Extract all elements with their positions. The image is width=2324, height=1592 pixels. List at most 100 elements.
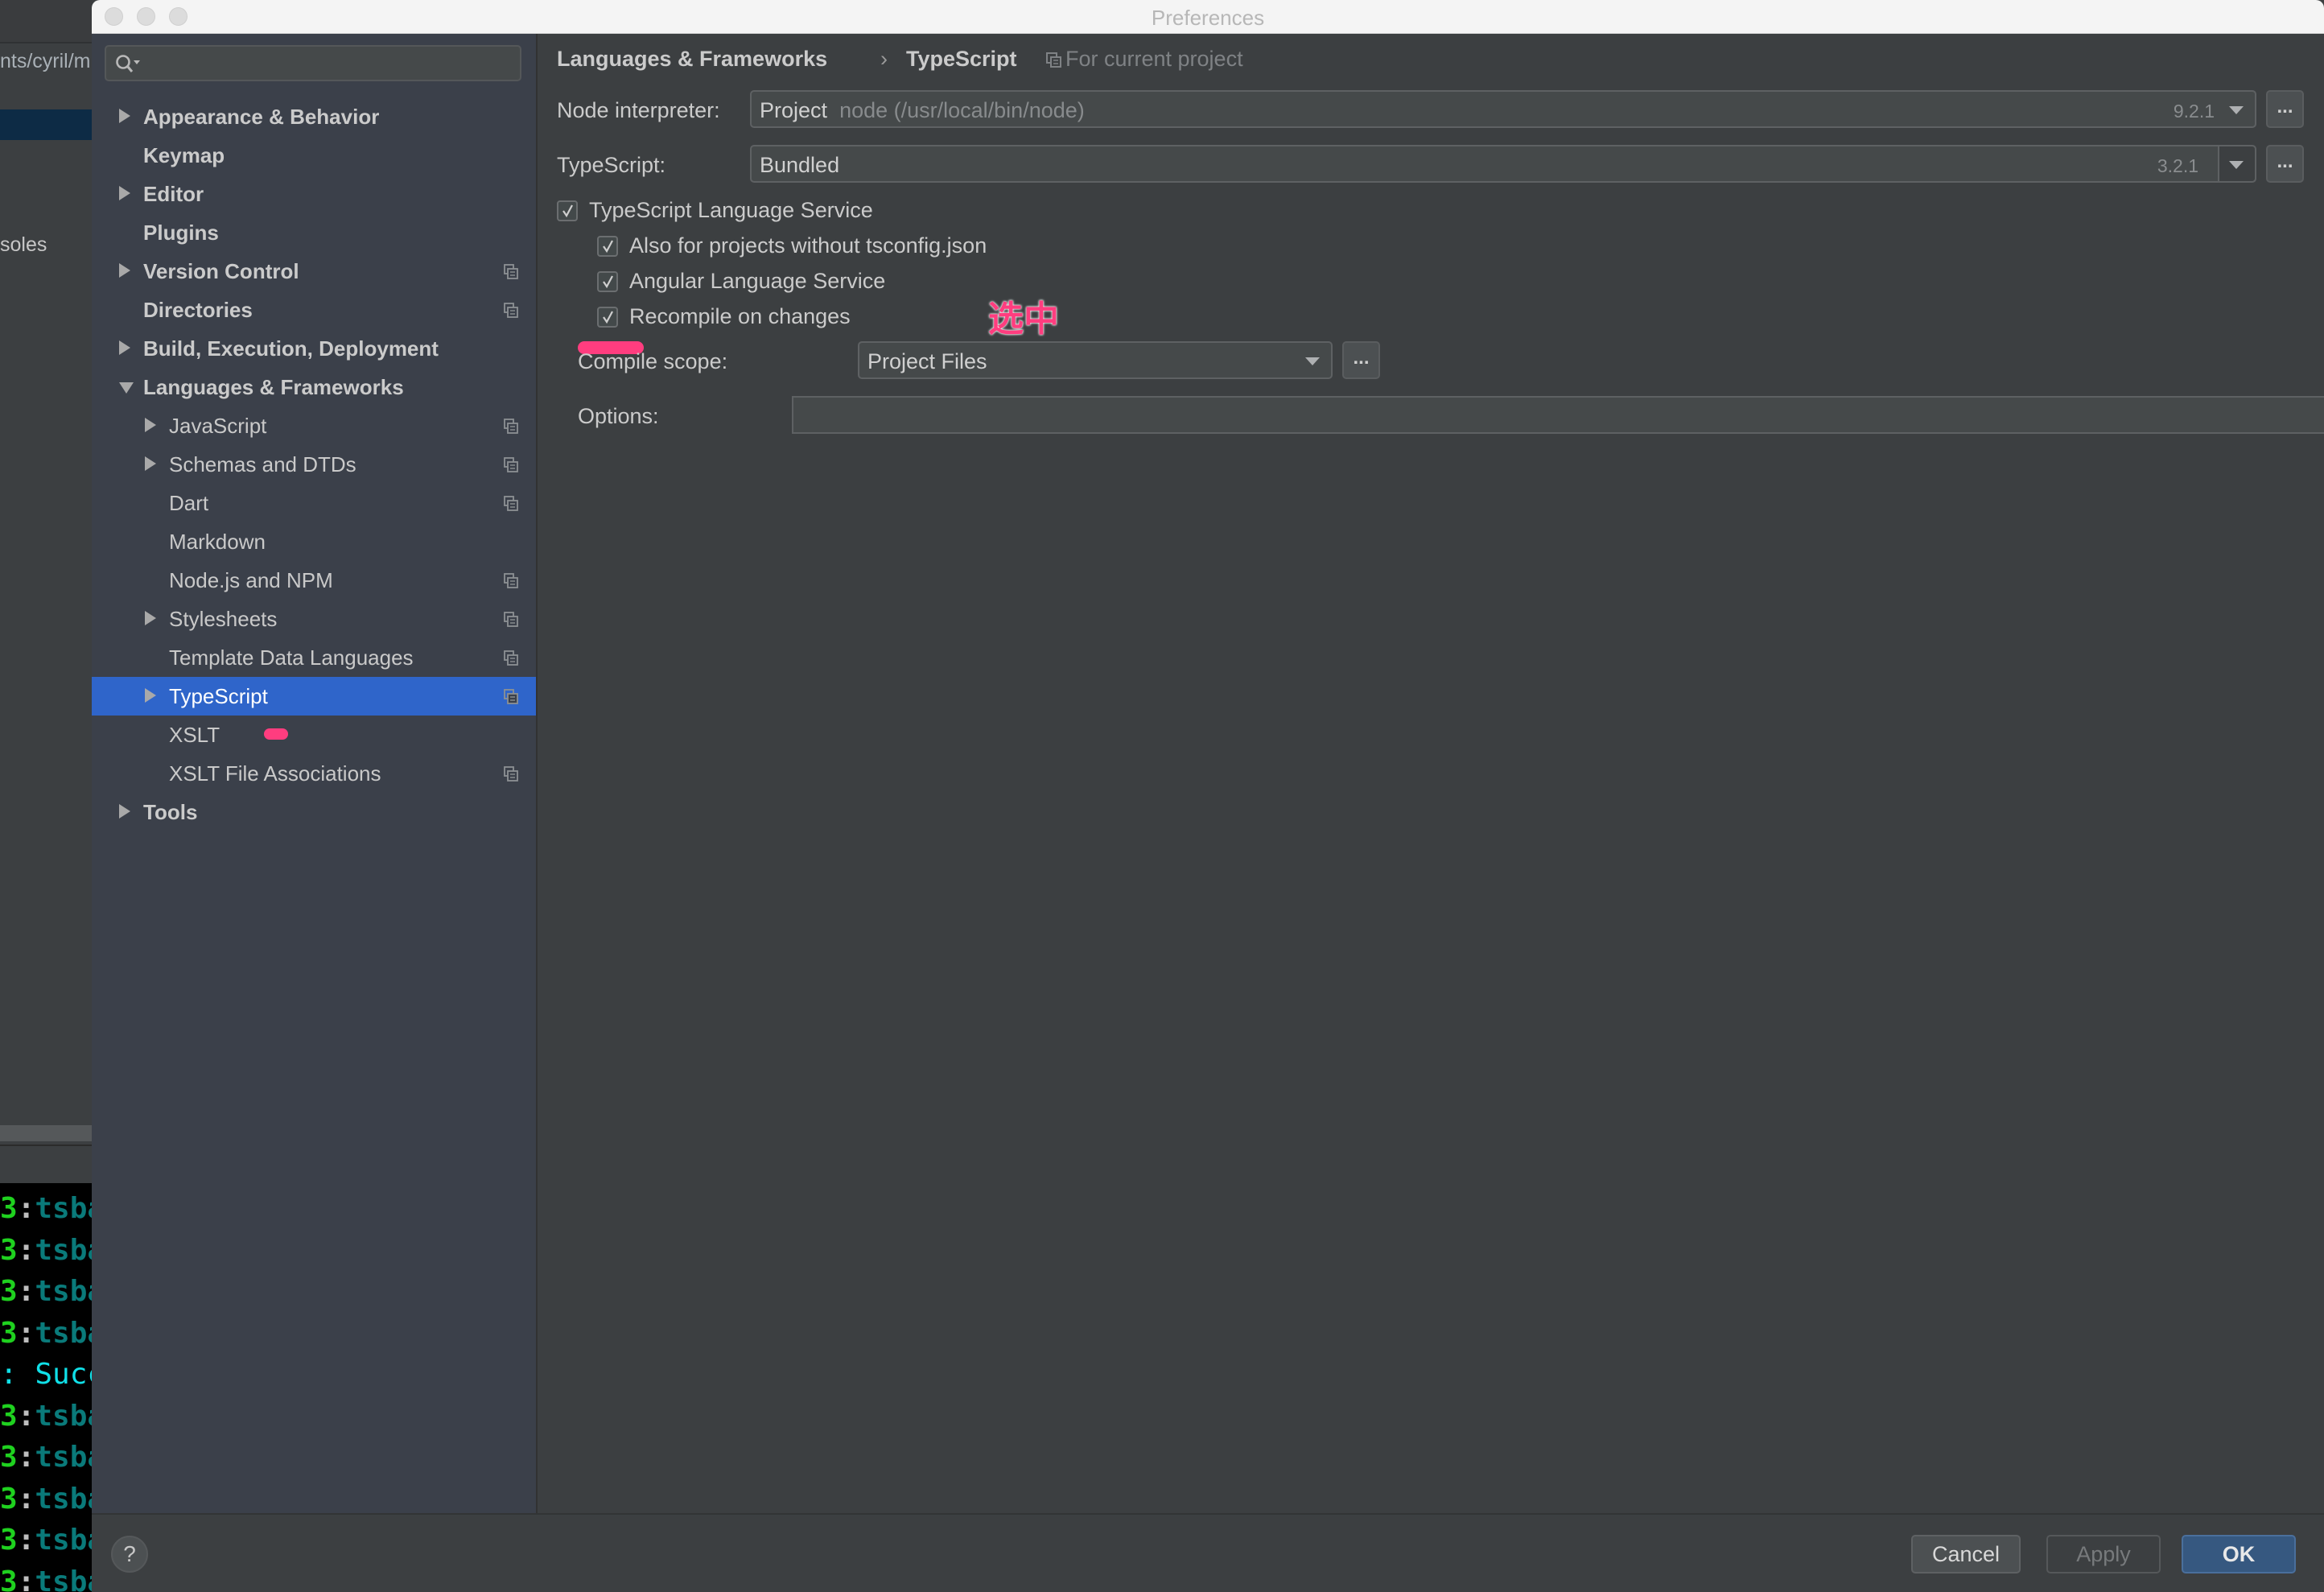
project-scope-icon bbox=[504, 689, 518, 704]
project-scope-icon bbox=[504, 573, 518, 588]
sidebar-item-keymap[interactable]: Keymap bbox=[92, 136, 536, 175]
checkmark-icon bbox=[562, 204, 573, 218]
terminal-line: 3:tsba bbox=[0, 1400, 92, 1433]
node-interpreter-path: node (/usr/local/bin/node) bbox=[839, 98, 1085, 122]
background-terminal: 3:tsba3:tsba3:tsba3:tsba: Succ3:tsba3:ts… bbox=[0, 1183, 92, 1592]
checkmark-icon bbox=[603, 275, 613, 289]
sidebar-item-xslt[interactable]: XSLT bbox=[92, 716, 536, 754]
terminal-number: 3 bbox=[0, 1565, 18, 1592]
terminal-number: 3 bbox=[0, 1192, 18, 1225]
sidebar-item-label: Node.js and NPM bbox=[169, 568, 333, 592]
sidebar-item-javascript[interactable]: JavaScript bbox=[92, 406, 536, 445]
sidebar-item-typescript[interactable]: TypeScript bbox=[92, 677, 536, 716]
collapsed-arrow-icon[interactable] bbox=[145, 688, 156, 703]
terminal-colon: : bbox=[17, 1441, 35, 1474]
sidebar-item-label: XSLT File Associations bbox=[169, 761, 381, 786]
typescript-version: 3.2.1 bbox=[2157, 155, 2198, 176]
compile-scope-browse-button[interactable]: ... bbox=[1342, 341, 1380, 379]
sidebar-item-markdown[interactable]: Markdown bbox=[92, 522, 536, 561]
terminal-number: 3 bbox=[0, 1275, 18, 1308]
collapsed-arrow-icon[interactable] bbox=[119, 109, 130, 123]
terminal-host: tsba bbox=[35, 1524, 92, 1557]
sidebar-item-editor[interactable]: Editor bbox=[92, 175, 536, 213]
apply-button[interactable]: Apply bbox=[2046, 1535, 2161, 1573]
checkbox-label: Angular Language Service bbox=[629, 269, 886, 293]
annotation-marker bbox=[264, 728, 288, 740]
node-interpreter-label: Node interpreter: bbox=[557, 98, 720, 122]
project-scope-icon bbox=[1046, 52, 1061, 68]
collapsed-arrow-icon[interactable] bbox=[119, 804, 130, 819]
sidebar-item-version-control[interactable]: Version Control bbox=[92, 252, 536, 291]
breadcrumb-scope-note: For current project bbox=[1065, 47, 1243, 71]
window-title: Preferences bbox=[1151, 6, 1265, 30]
sidebar-item-dart[interactable]: Dart bbox=[92, 484, 536, 522]
typescript-version-combobox[interactable]: Bundled 3.2.1 bbox=[750, 145, 2256, 183]
project-scope-icon bbox=[504, 612, 518, 627]
checkbox-typescript-language-service[interactable] bbox=[557, 200, 578, 221]
checkbox-also-for-projects-without-tsconfig-json[interactable] bbox=[597, 236, 618, 257]
sidebar-item-appearance-behavior[interactable]: Appearance & Behavior bbox=[92, 97, 536, 136]
compile-scope-label: Compile scope: bbox=[578, 349, 728, 373]
chevron-down-icon bbox=[1305, 357, 1320, 365]
typescript-value: Bundled bbox=[760, 153, 840, 177]
sidebar-item-directories[interactable]: Directories bbox=[92, 291, 536, 329]
sidebar-item-build-execution-deployment[interactable]: Build, Execution, Deployment bbox=[92, 329, 536, 368]
chevron-down-icon bbox=[2229, 106, 2244, 114]
checkbox-angular-language-service[interactable] bbox=[597, 271, 618, 292]
terminal-line: : Succ bbox=[0, 1359, 92, 1391]
collapsed-arrow-icon[interactable] bbox=[145, 456, 156, 471]
project-scope-icon bbox=[504, 650, 518, 666]
collapsed-arrow-icon[interactable] bbox=[119, 186, 130, 200]
typescript-browse-button[interactable]: ... bbox=[2266, 145, 2304, 183]
sidebar-item-label: Dart bbox=[169, 491, 209, 515]
sidebar-item-node-js-and-npm[interactable]: Node.js and NPM bbox=[92, 561, 536, 600]
checkmark-icon bbox=[603, 311, 613, 324]
sidebar-item-label: Schemas and DTDs bbox=[169, 452, 356, 476]
collapsed-arrow-icon[interactable] bbox=[145, 611, 156, 625]
node-interpreter-combobox[interactable]: Project node (/usr/local/bin/node) 9.2.1 bbox=[750, 90, 2256, 128]
terminal-line: 3:tsba bbox=[0, 1234, 92, 1267]
breadcrumb-parent[interactable]: Languages & Frameworks bbox=[557, 47, 827, 72]
node-version: 9.2.1 bbox=[2173, 101, 2215, 122]
help-button[interactable]: ? bbox=[111, 1536, 148, 1573]
project-scope-icon bbox=[504, 457, 518, 472]
sidebar-item-languages-frameworks[interactable]: Languages & Frameworks bbox=[92, 368, 536, 406]
terminal-line: 3:tsba bbox=[0, 1276, 92, 1308]
terminal-colon: : bbox=[17, 1482, 35, 1516]
sidebar-item-plugins[interactable]: Plugins bbox=[92, 213, 536, 252]
checkmark-icon bbox=[603, 240, 613, 254]
collapsed-arrow-icon[interactable] bbox=[119, 263, 130, 278]
typescript-settings-panel: Languages & Frameworks › TypeScript For … bbox=[538, 34, 2324, 1513]
terminal-colon: : bbox=[0, 1358, 18, 1391]
expanded-arrow-icon[interactable] bbox=[119, 382, 134, 394]
terminal-host: tsba bbox=[35, 1275, 92, 1308]
sidebar-item-stylesheets[interactable]: Stylesheets bbox=[92, 600, 536, 638]
terminal-host: tsba bbox=[35, 1565, 92, 1592]
terminal-host: tsba bbox=[35, 1441, 92, 1474]
ok-button[interactable]: OK bbox=[2182, 1535, 2296, 1573]
collapsed-arrow-icon[interactable] bbox=[145, 418, 156, 432]
breadcrumb-current: TypeScript bbox=[906, 47, 1017, 71]
compile-scope-combobox[interactable]: Project Files bbox=[858, 341, 1333, 379]
options-input[interactable] bbox=[792, 396, 2324, 434]
cancel-button[interactable]: Cancel bbox=[1911, 1535, 2021, 1573]
settings-sidebar: Appearance & Behavior Keymap Editor Plugins… bbox=[92, 34, 538, 1513]
node-interpreter-browse-button[interactable]: ... bbox=[2266, 90, 2304, 128]
sidebar-item-label: XSLT bbox=[169, 723, 220, 747]
sidebar-item-template-data-languages[interactable]: Template Data Languages bbox=[92, 638, 536, 677]
search-icon bbox=[116, 55, 140, 72]
background-divider bbox=[0, 1145, 92, 1146]
sidebar-item-label: Version Control bbox=[143, 259, 299, 283]
sidebar-item-xslt-file-associations[interactable]: XSLT File Associations bbox=[92, 754, 536, 793]
collapsed-arrow-icon[interactable] bbox=[119, 340, 130, 355]
sidebar-item-tools[interactable]: Tools bbox=[92, 793, 536, 831]
terminal-number: 3 bbox=[0, 1482, 18, 1516]
background-scrollbar[interactable] bbox=[0, 1125, 92, 1141]
sidebar-item-schemas-and-dtds[interactable]: Schemas and DTDs bbox=[92, 445, 536, 484]
typescript-label: TypeScript: bbox=[557, 153, 666, 177]
sidebar-item-label: Appearance & Behavior bbox=[143, 105, 380, 129]
settings-search-input[interactable] bbox=[105, 45, 521, 81]
checkbox-recompile-on-changes[interactable] bbox=[597, 307, 618, 328]
project-scope-icon bbox=[504, 496, 518, 511]
background-selected-row bbox=[0, 109, 92, 140]
